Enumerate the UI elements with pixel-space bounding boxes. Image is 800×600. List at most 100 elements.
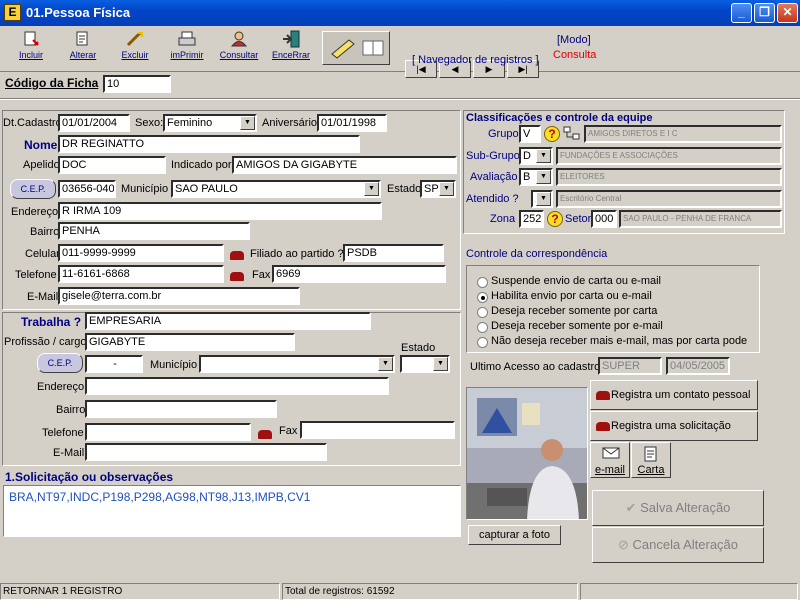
endereco-label: Endereço bbox=[11, 206, 59, 218]
subgrupo-select[interactable]: D ▼ bbox=[519, 147, 553, 165]
sexo-value: Feminino bbox=[167, 117, 213, 129]
radio-habilita-label[interactable]: Habilita envio por carta ou e-mail bbox=[491, 290, 652, 302]
registra-contato-button[interactable]: Registra um contato pessoal bbox=[590, 380, 758, 410]
avaliacao-select[interactable]: B ▼ bbox=[519, 168, 553, 186]
profissao-field[interactable]: GIGABYTE bbox=[85, 333, 295, 351]
radio-habilita[interactable] bbox=[477, 292, 488, 303]
trabalha-field[interactable]: EMPRESARIA bbox=[85, 312, 371, 330]
exit-icon bbox=[283, 30, 300, 48]
cancela-alteracao-button[interactable]: ⊘ Cancela Alteração bbox=[592, 527, 764, 563]
work-email-field[interactable] bbox=[85, 443, 327, 461]
radio-carta[interactable] bbox=[477, 307, 488, 318]
celular-field[interactable]: 011-9999-9999 bbox=[58, 244, 224, 262]
phone-icon bbox=[596, 391, 610, 400]
atendido-select[interactable]: 1▼ bbox=[531, 190, 553, 208]
mode-value: Consulta bbox=[553, 49, 597, 61]
aniversario-field[interactable]: 01/01/1998 bbox=[317, 114, 387, 132]
registra-solicitacao-label: Registra uma solicitação bbox=[611, 420, 731, 432]
work-telefone-field[interactable] bbox=[85, 423, 251, 441]
work-fax-field[interactable] bbox=[300, 421, 455, 439]
fax-field[interactable]: 6969 bbox=[272, 265, 446, 283]
envelope-icon bbox=[602, 447, 620, 459]
work-municipio-label: Município bbox=[150, 359, 198, 371]
edit-mode-toggle[interactable] bbox=[322, 31, 390, 65]
subgrupo-value: D bbox=[523, 150, 531, 162]
profissao-label: Profissão / cargo bbox=[4, 336, 87, 348]
email-field[interactable]: gisele@terra.com.br bbox=[58, 287, 300, 305]
work-cep-button[interactable]: C.E.P. bbox=[37, 353, 83, 373]
work-bairro-field[interactable] bbox=[85, 400, 277, 418]
consultar-button[interactable]: Consultar bbox=[214, 30, 264, 70]
radio-email[interactable] bbox=[477, 322, 488, 333]
obs-textarea[interactable]: BRA,NT97,INDC,P198,P298,AG98,NT98,J13,IM… bbox=[3, 485, 461, 537]
chevron-down-icon[interactable]: ▼ bbox=[433, 357, 448, 371]
sexo-label: Sexo: bbox=[135, 117, 164, 129]
radio-suspende[interactable] bbox=[477, 277, 488, 288]
cep-button[interactable]: C.E.P. bbox=[10, 179, 56, 199]
add-icon bbox=[24, 31, 39, 46]
cep-field[interactable]: 03656-040 bbox=[58, 180, 116, 198]
salva-alteracao-button[interactable]: ✔ Salva Alteração bbox=[592, 490, 764, 526]
chevron-down-icon[interactable]: ▼ bbox=[364, 182, 379, 196]
chevron-down-icon[interactable]: ▼ bbox=[536, 149, 551, 163]
codigo-field[interactable]: 10 bbox=[103, 75, 171, 93]
dt-cadastro-label: Dt.Cadastro bbox=[3, 117, 62, 129]
encerrar-button[interactable]: EnceRrar bbox=[266, 30, 316, 70]
divider bbox=[0, 98, 800, 100]
alterar-button[interactable]: Alterar bbox=[58, 30, 108, 70]
work-endereco-field[interactable] bbox=[85, 377, 389, 395]
registra-solicitacao-button[interactable]: Registra uma solicitação bbox=[590, 411, 758, 441]
zona-field[interactable]: 252 bbox=[519, 210, 544, 228]
radio-nao-email[interactable] bbox=[477, 337, 488, 348]
person-photo bbox=[466, 387, 588, 520]
chevron-down-icon[interactable]: ▼ bbox=[536, 170, 551, 184]
maximize-button[interactable]: ❐ bbox=[754, 3, 775, 23]
group-tree-icon[interactable] bbox=[562, 125, 582, 143]
setor-field[interactable]: 000 bbox=[591, 210, 617, 228]
phone-icon bbox=[230, 251, 244, 260]
apelido-field[interactable]: DOC bbox=[58, 156, 166, 174]
bairro-field[interactable]: PENHA bbox=[58, 222, 250, 240]
incluir-button[interactable]: Incluir bbox=[6, 30, 56, 70]
chevron-down-icon[interactable]: ▼ bbox=[378, 357, 393, 371]
work-estado-select[interactable]: ▼ bbox=[400, 355, 450, 373]
grupo-field[interactable]: V bbox=[519, 125, 541, 143]
imprimir-button[interactable]: imPrimir bbox=[162, 30, 212, 70]
close-button[interactable]: ✕ bbox=[777, 3, 798, 23]
radio-carta-label[interactable]: Deseja receber somente por carta bbox=[491, 305, 657, 317]
search-icon bbox=[230, 31, 248, 47]
dt-cadastro-field[interactable]: 01/01/2004 bbox=[58, 114, 130, 132]
municipio-label: Município bbox=[121, 183, 169, 195]
indicado-field[interactable]: AMIGOS DA GIGABYTE bbox=[232, 156, 457, 174]
work-cep-field[interactable]: - bbox=[85, 355, 143, 373]
municipio-select[interactable]: SAO PAULO ▼ bbox=[171, 180, 381, 198]
filiado-field[interactable]: PSDB bbox=[343, 244, 444, 262]
excluir-button[interactable]: Excluir bbox=[110, 30, 160, 70]
estado-select[interactable]: SP ▼ bbox=[420, 180, 456, 198]
carta-button[interactable]: Carta bbox=[631, 442, 671, 478]
pencil-paper-icon bbox=[331, 39, 355, 59]
work-municipio-select[interactable]: ▼ bbox=[199, 355, 395, 373]
chevron-down-icon[interactable]: ▼ bbox=[439, 182, 454, 196]
sexo-select[interactable]: Feminino ▼ bbox=[163, 114, 257, 132]
capturar-foto-button[interactable]: capturar a foto bbox=[468, 525, 561, 545]
endereco-field[interactable]: R IRMA 109 bbox=[58, 202, 382, 220]
registra-contato-label: Registra um contato pessoal bbox=[611, 389, 751, 401]
toolbar: Incluir Alterar Excluir imPrimir Consult… bbox=[0, 26, 800, 78]
estado-value: SP bbox=[424, 183, 439, 195]
help-icon[interactable]: ? bbox=[547, 211, 563, 227]
chevron-down-icon[interactable]: ▼ bbox=[536, 192, 551, 206]
email-button[interactable]: e-mail bbox=[590, 442, 630, 478]
setor-desc-field: SAO PAULO - PENHA DE FRANCA bbox=[619, 210, 782, 228]
radio-email-label[interactable]: Deseja receber somente por e-mail bbox=[491, 320, 663, 332]
telefone-field[interactable]: 11-6161-6868 bbox=[58, 265, 224, 283]
radio-suspende-label[interactable]: Suspende envio de carta ou e-mail bbox=[491, 275, 661, 287]
help-icon[interactable]: ? bbox=[544, 126, 560, 142]
navigator-caption: [ Navegador de registros ] bbox=[412, 54, 539, 66]
email-label: E-Mail bbox=[27, 291, 59, 303]
work-bairro-label: Bairro bbox=[56, 404, 86, 416]
chevron-down-icon[interactable]: ▼ bbox=[240, 116, 255, 130]
radio-nao-email-label[interactable]: Não deseja receber mais e-mail, mas por … bbox=[491, 335, 747, 347]
nome-field[interactable]: DR REGINATTO bbox=[58, 135, 360, 153]
minimize-button[interactable]: _ bbox=[731, 3, 752, 23]
